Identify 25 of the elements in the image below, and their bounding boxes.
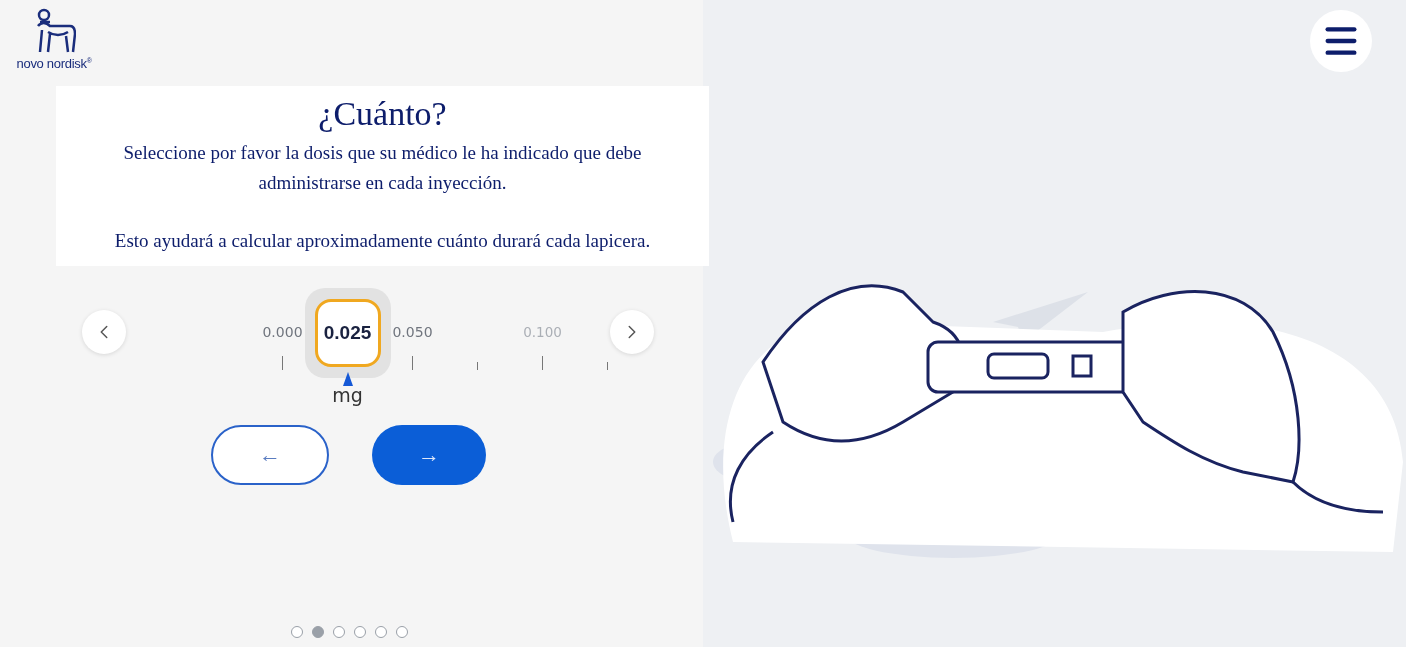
step-dot[interactable] [291,626,303,638]
previous-dose-button[interactable] [82,310,126,354]
step-dot[interactable] [354,626,366,638]
unit-label: mg [332,384,363,406]
step-dot[interactable] [312,626,324,638]
back-button[interactable]: ← [211,425,329,485]
scale-tick [412,356,413,370]
dose-label[interactable]: 0.050 [392,324,433,344]
page-title: ¿Cuánto? [317,94,448,134]
step-dot[interactable] [375,626,387,638]
scale-tick [282,356,283,370]
dose-label[interactable]: 0.000 [262,324,303,344]
next-button[interactable]: → [372,425,486,485]
step-dot[interactable] [396,626,408,638]
instruction-text: Seleccione por favor la dosis que su médico le ha indicado que debe administrarse en cada inyección. [122,141,643,195]
scale-tick [477,362,478,370]
brand-name: novo nordisk$^{®}$ [16,55,92,72]
next-dose-button[interactable] [610,310,654,354]
selected-dose-marker[interactable]: 0.025 [304,288,391,378]
scale-tick [542,356,543,370]
scale-tick [607,362,608,370]
step-dot[interactable] [333,626,345,638]
instruction-text: Esto ayudará a calcular aproximadamente cuánto durará cada lapicera. [113,229,652,253]
selected-dose-value: 0.025 [314,299,381,367]
pointer-icon [342,372,353,386]
